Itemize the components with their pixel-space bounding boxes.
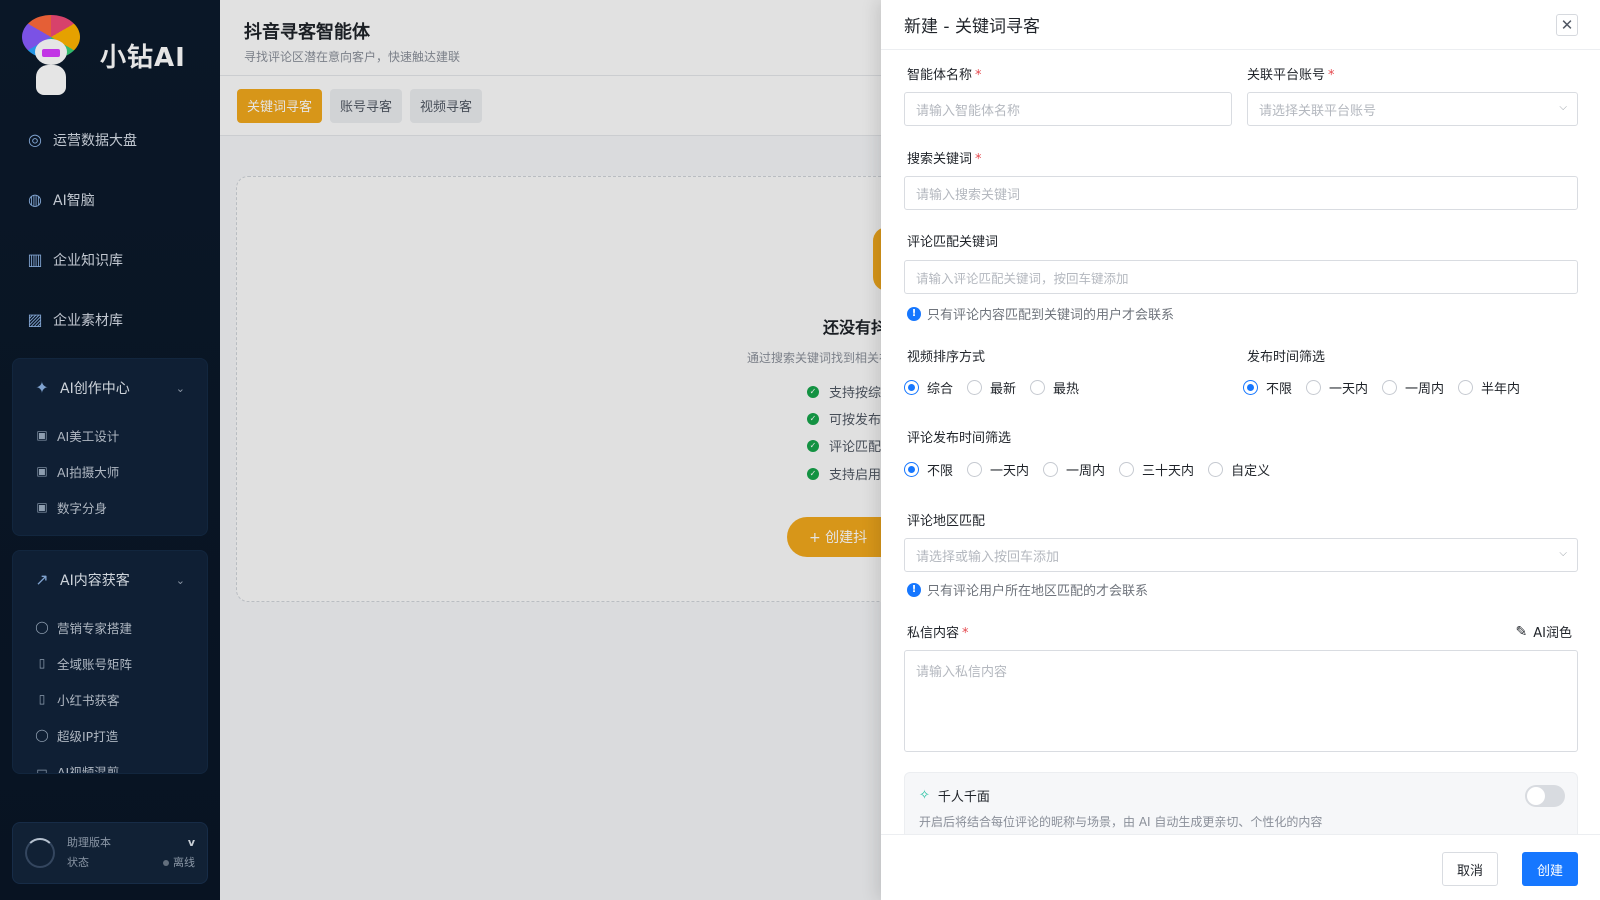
- radio-icon: [904, 462, 919, 477]
- label-text: 私信内容: [907, 626, 960, 641]
- radio-label: 一天内: [990, 464, 1030, 479]
- label-text: 关联平台账号: [1247, 68, 1326, 83]
- comment-keyword-input[interactable]: 请输入评论匹配关键词，按回车键添加: [904, 260, 1578, 294]
- video-sort-radio-group: 综合 最新 最热: [904, 378, 1093, 397]
- radio-icon: [1030, 380, 1046, 395]
- radio-publish-any[interactable]: 不限: [1243, 378, 1292, 397]
- radio-label: 最热: [1053, 382, 1080, 397]
- radio-comment-week[interactable]: 一周内: [1043, 460, 1105, 479]
- close-icon: ✕: [1560, 16, 1574, 34]
- comment-keyword-label: 评论匹配关键词: [907, 235, 999, 250]
- platform-account-select[interactable]: 请选择关联平台账号 ⌵: [1247, 92, 1578, 126]
- comment-time-label: 评论发布时间筛选: [907, 431, 1012, 446]
- ai-polish-label: AI润色: [1533, 626, 1572, 641]
- create-button[interactable]: 创建: [1522, 852, 1578, 886]
- personalize-feature-card: ✧ 千人千面 开启后将结合每位评论的昵称与场景，由 AI 自动生成更亲切、个性化的…: [904, 772, 1578, 834]
- drawer-header: 新建 - 关键词寻客 ✕: [881, 0, 1600, 50]
- radio-icon: [967, 380, 983, 395]
- radio-icon: [1382, 380, 1398, 395]
- region-hint: ! 只有评论用户所在地区匹配的才会联系: [907, 580, 1148, 599]
- sparkle-icon: ✧: [919, 788, 930, 803]
- radio-label: 半年内: [1481, 382, 1521, 397]
- search-keyword-input[interactable]: 请输入搜索关键词: [904, 176, 1578, 210]
- info-icon: !: [907, 306, 921, 321]
- radio-comment-custom[interactable]: 自定义: [1208, 460, 1270, 479]
- select-placeholder: 请选择或输入按回车添加: [916, 549, 1060, 565]
- radio-label: 自定义: [1231, 464, 1271, 479]
- agent-name-input[interactable]: 请输入智能体名称: [904, 92, 1232, 126]
- radio-icon: [1208, 462, 1224, 477]
- agent-name-label: 智能体名称 *: [907, 64, 982, 83]
- publish-time-label: 发布时间筛选: [1247, 350, 1326, 365]
- radio-label: 不限: [927, 464, 954, 479]
- radio-icon: [1458, 380, 1474, 395]
- radio-label: 最新: [990, 382, 1017, 397]
- required-mark: *: [962, 626, 969, 641]
- video-sort-label: 视频排序方式: [907, 350, 986, 365]
- radio-comment-day[interactable]: 一天内: [967, 460, 1029, 479]
- required-mark: *: [1328, 68, 1335, 83]
- search-keyword-label: 搜索关键词 *: [907, 148, 982, 167]
- hint-text: 只有评论用户所在地区匹配的才会联系: [927, 584, 1149, 599]
- drawer-title: 新建 - 关键词寻客: [904, 17, 1040, 37]
- pen-icon: ✎: [1515, 623, 1528, 640]
- modal-overlay[interactable]: [0, 0, 881, 900]
- radio-publish-day[interactable]: 一天内: [1306, 378, 1368, 397]
- comment-keyword-hint: ! 只有评论内容匹配到关键词的用户才会联系: [907, 304, 1174, 323]
- label-text: 搜索关键词: [907, 152, 973, 167]
- radio-icon: [1119, 462, 1135, 477]
- drawer-footer: 取消 创建: [881, 834, 1600, 900]
- message-label: 私信内容 *: [907, 622, 969, 641]
- radio-label: 综合: [927, 382, 954, 397]
- select-placeholder: 请选择关联平台账号: [1259, 103, 1377, 119]
- create-drawer: 新建 - 关键词寻客 ✕ 智能体名称 * 请输入智能体名称 关联平台账号 * 请选择…: [881, 0, 1600, 900]
- radio-publish-half-year[interactable]: 半年内: [1458, 378, 1520, 397]
- feature-card-desc: 开启后将结合每位评论的昵称与场景，由 AI 自动生成更亲切、个性化的内容: [919, 815, 1323, 829]
- radio-video-sort-hottest[interactable]: 最热: [1030, 378, 1079, 397]
- ai-polish-button[interactable]: ✎ AI润色: [1515, 622, 1572, 642]
- radio-publish-week[interactable]: 一周内: [1382, 378, 1444, 397]
- radio-video-sort-overall[interactable]: 综合: [904, 378, 953, 397]
- radio-label: 一周内: [1405, 382, 1445, 397]
- label-text: 智能体名称: [907, 68, 973, 83]
- radio-label: 不限: [1266, 382, 1293, 397]
- radio-icon: [967, 462, 983, 477]
- radio-label: 一周内: [1066, 464, 1106, 479]
- radio-icon: [1043, 462, 1059, 477]
- feature-card-title: ✧ 千人千面: [919, 786, 990, 805]
- message-textarea[interactable]: 请输入私信内容: [904, 650, 1578, 752]
- chevron-down-icon: ⌵: [1559, 102, 1567, 113]
- radio-label: 三十天内: [1142, 464, 1195, 479]
- publish-time-radio-group: 不限 一天内 一周内 半年内: [1243, 378, 1534, 397]
- required-mark: *: [975, 68, 982, 83]
- personalize-toggle[interactable]: [1525, 785, 1565, 807]
- radio-icon: [1306, 380, 1322, 395]
- radio-comment-any[interactable]: 不限: [904, 460, 953, 479]
- region-select[interactable]: 请选择或输入按回车添加 ⌵: [904, 538, 1578, 572]
- close-button[interactable]: ✕: [1556, 14, 1578, 36]
- feature-title-text: 千人千面: [937, 790, 990, 805]
- radio-label: 一天内: [1329, 382, 1369, 397]
- chevron-down-icon: ⌵: [1559, 548, 1567, 559]
- radio-comment-thirty-days[interactable]: 三十天内: [1119, 460, 1194, 479]
- radio-video-sort-newest[interactable]: 最新: [967, 378, 1016, 397]
- drawer-form: 智能体名称 * 请输入智能体名称 关联平台账号 * 请选择关联平台账号 ⌵ 搜索关键…: [881, 50, 1600, 834]
- region-label: 评论地区匹配: [907, 514, 986, 529]
- hint-text: 只有评论内容匹配到关键词的用户才会联系: [927, 308, 1175, 323]
- cancel-button[interactable]: 取消: [1442, 852, 1498, 886]
- info-icon: !: [907, 582, 921, 597]
- radio-icon: [904, 380, 919, 395]
- comment-time-radio-group: 不限 一天内 一周内 三十天内 自定义: [904, 460, 1284, 479]
- platform-account-label: 关联平台账号 *: [1247, 64, 1335, 83]
- required-mark: *: [975, 152, 982, 167]
- radio-icon: [1243, 380, 1258, 395]
